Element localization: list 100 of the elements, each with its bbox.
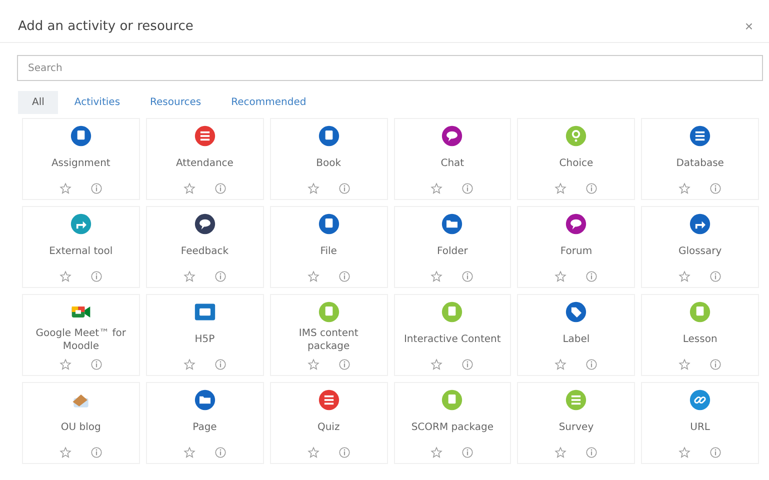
activity-label: Google Meet™ for Moodle	[34, 326, 128, 352]
activity-label: Glossary	[677, 245, 723, 258]
star-icon[interactable]	[58, 182, 72, 195]
activity-card[interactable]: Book	[270, 118, 388, 200]
activity-card[interactable]: Chat	[394, 118, 512, 200]
info-icon[interactable]	[338, 270, 351, 283]
activity-card[interactable]: URL	[641, 382, 759, 464]
star-icon[interactable]	[554, 358, 568, 371]
star-icon[interactable]	[678, 446, 692, 459]
activity-card[interactable]: OU blog	[22, 382, 140, 464]
star-icon[interactable]	[430, 270, 444, 283]
star-icon[interactable]	[678, 358, 692, 371]
info-icon[interactable]	[709, 358, 722, 371]
info-icon[interactable]	[214, 182, 227, 195]
info-icon[interactable]	[90, 182, 103, 195]
activity-card[interactable]: Database	[641, 118, 759, 200]
activity-label: Interactive Content	[402, 333, 502, 346]
activity-label: Page	[192, 421, 218, 434]
star-icon[interactable]	[306, 358, 320, 371]
activity-card[interactable]: Feedback	[146, 206, 264, 288]
activity-label: Folder	[436, 245, 469, 258]
info-icon[interactable]	[90, 358, 103, 371]
star-icon[interactable]	[554, 270, 568, 283]
activity-card[interactable]: Interactive Content	[394, 294, 512, 376]
star-icon[interactable]	[430, 358, 444, 371]
activity-card[interactable]: Google Meet™ for Moodle	[22, 294, 140, 376]
activity-label: Assignment	[50, 157, 112, 170]
info-icon[interactable]	[461, 270, 474, 283]
star-icon[interactable]	[182, 358, 196, 371]
star-icon[interactable]	[306, 182, 320, 195]
activity-label: Survey	[558, 421, 595, 434]
star-icon[interactable]	[182, 270, 196, 283]
activity-card[interactable]: Label	[517, 294, 636, 376]
tab[interactable]: Activities	[60, 91, 134, 114]
info-icon[interactable]	[585, 270, 598, 283]
activity-label: SCORM package	[410, 421, 494, 434]
activity-label: OU blog	[60, 421, 102, 434]
tab[interactable]: Resources	[136, 91, 216, 114]
activity-card[interactable]: Choice	[517, 118, 636, 200]
star-icon[interactable]	[58, 358, 72, 371]
info-icon[interactable]	[214, 446, 227, 459]
star-icon[interactable]	[58, 446, 72, 459]
activity-label: Book	[315, 157, 342, 170]
info-icon[interactable]	[709, 270, 722, 283]
activity-card[interactable]: Survey	[517, 382, 636, 464]
info-icon[interactable]	[90, 446, 103, 459]
info-icon[interactable]	[709, 182, 722, 195]
info-icon[interactable]	[585, 182, 598, 195]
info-icon[interactable]	[338, 182, 351, 195]
activity-card[interactable]: Quiz	[270, 382, 388, 464]
star-icon[interactable]	[182, 446, 196, 459]
info-icon[interactable]	[338, 446, 351, 459]
activity-card[interactable]: IMS content package	[270, 294, 388, 376]
activity-card[interactable]: Forum	[517, 206, 636, 288]
info-icon[interactable]	[709, 446, 722, 459]
info-icon[interactable]	[338, 358, 351, 371]
activity-label: Database	[675, 157, 725, 170]
activity-card[interactable]: Glossary	[641, 206, 759, 288]
activity-label: Chat	[440, 157, 466, 170]
star-icon[interactable]	[430, 182, 444, 195]
tab[interactable]: All	[18, 91, 58, 114]
star-icon[interactable]	[58, 270, 72, 283]
search-field[interactable]: Search	[17, 55, 763, 81]
activity-card[interactable]: File	[270, 206, 388, 288]
info-icon[interactable]	[461, 446, 474, 459]
activity-label: H5P	[194, 333, 216, 346]
info-icon[interactable]	[214, 270, 227, 283]
star-icon[interactable]	[678, 270, 692, 283]
star-icon[interactable]	[554, 446, 568, 459]
activity-label: IMS content package	[298, 326, 360, 352]
activity-card[interactable]: Assignment	[22, 118, 140, 200]
star-icon[interactable]	[306, 446, 320, 459]
activity-card[interactable]: Attendance	[146, 118, 264, 200]
activity-label: URL	[689, 421, 711, 434]
info-icon[interactable]	[90, 270, 103, 283]
tab[interactable]: Recommended	[217, 91, 320, 114]
activity-card[interactable]: Lesson	[641, 294, 759, 376]
star-icon[interactable]	[306, 270, 320, 283]
info-icon[interactable]	[461, 358, 474, 371]
star-icon[interactable]	[182, 182, 196, 195]
activity-card[interactable]: Folder	[394, 206, 512, 288]
info-icon[interactable]	[461, 182, 474, 195]
info-icon[interactable]	[214, 358, 227, 371]
activity-card[interactable]: Page	[146, 382, 264, 464]
activity-card[interactable]: External tool	[22, 206, 140, 288]
activity-label: Lesson	[682, 333, 718, 346]
activity-card[interactable]: H5P	[146, 294, 264, 376]
star-icon[interactable]	[554, 182, 568, 195]
activity-label: Forum	[559, 245, 594, 258]
activity-card[interactable]: SCORM package	[394, 382, 512, 464]
activity-label: Label	[562, 333, 591, 346]
info-icon[interactable]	[585, 358, 598, 371]
activity-label: Choice	[558, 157, 594, 170]
dialog-title: Add an activity or resource	[18, 18, 194, 34]
star-icon[interactable]	[430, 446, 444, 459]
star-icon[interactable]	[678, 182, 692, 195]
activity-label: Attendance	[175, 157, 234, 170]
info-icon[interactable]	[585, 446, 598, 459]
close-button[interactable]: ×	[740, 18, 757, 34]
activity-label: Quiz	[316, 421, 341, 434]
